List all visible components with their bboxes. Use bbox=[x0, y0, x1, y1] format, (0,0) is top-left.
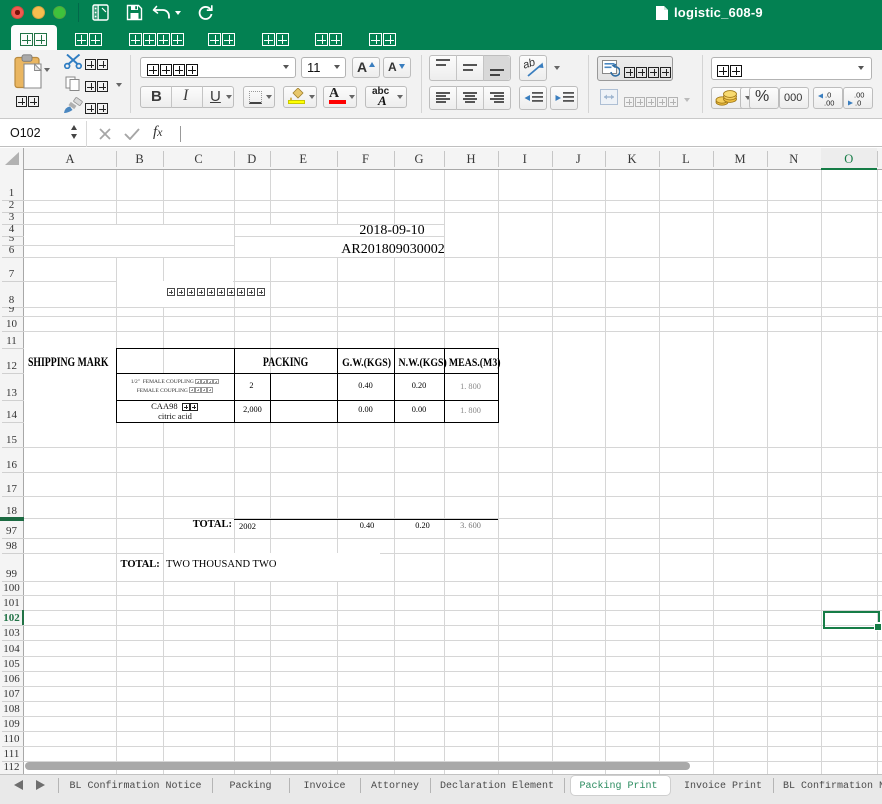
svg-text:.00: .00 bbox=[824, 99, 834, 108]
svg-text:.0: .0 bbox=[855, 99, 861, 108]
